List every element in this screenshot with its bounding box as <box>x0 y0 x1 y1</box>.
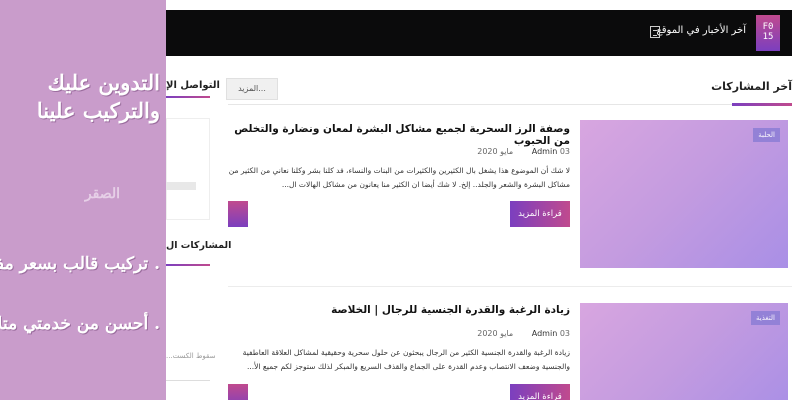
promo-line: . تركيب قالب بسعر مفيش <box>0 254 160 274</box>
promo-line: التدوين عليك <box>47 70 160 95</box>
promo-brand: الصقر <box>84 186 120 202</box>
section-accent <box>732 103 792 106</box>
widget-post-link[interactable]: سقوط الكست... <box>166 352 215 360</box>
post-thumbnail[interactable]: الحلبة <box>580 120 788 268</box>
post-excerpt: لا شك أن الموضوع هذا يشغل بال الكثيرين و… <box>228 166 570 189</box>
post-author[interactable]: Admin <box>532 147 558 156</box>
promo-line: . أحسن من خدمتي متلاقيش <box>0 314 160 334</box>
widget-divider <box>166 380 210 381</box>
post-date: 03 مايو 2020 <box>477 147 570 156</box>
share-button[interactable] <box>228 201 248 227</box>
section-divider <box>228 104 792 105</box>
post-title[interactable]: وصفة الرز السحرية لجميع مشاكل البشرة لمع… <box>228 123 570 147</box>
post-meta: Admin 03 مايو 2020 <box>228 329 570 338</box>
loading-bar <box>166 182 196 190</box>
post-date: 03 مايو 2020 <box>477 329 570 338</box>
social-widget-box <box>166 118 210 220</box>
promo-overlay: التدوين عليك والتركيب علينا الصقر . تركي… <box>0 0 166 400</box>
more-button[interactable]: المزيد... <box>226 78 278 100</box>
section-title: آخر المشاركات <box>711 80 792 93</box>
widget-accent <box>166 264 210 266</box>
post-divider <box>228 286 792 287</box>
category-badge[interactable]: التغذية <box>751 311 780 325</box>
read-more-button[interactable]: قراءة المزيد <box>510 384 570 400</box>
post-thumbnail[interactable]: التغذية <box>580 303 788 400</box>
document-icon <box>650 26 660 38</box>
widget-title-posts: المشاركات ال <box>166 240 232 251</box>
post-author[interactable]: Admin <box>532 329 558 338</box>
post-title[interactable]: زيادة الرغبة والقدرة الجنسية للرجال | ال… <box>228 304 570 316</box>
news-ticker-label: آخر الأخبار في الموقع <box>656 25 746 36</box>
post-meta: Admin 03 مايو 2020 <box>228 147 570 156</box>
post-excerpt: زيادة الرغبة والقدرة الجنسية الكثير من ا… <box>242 348 570 371</box>
share-button[interactable] <box>228 384 248 400</box>
read-more-button[interactable]: قراءة المزيد <box>510 201 570 227</box>
widget-accent <box>166 96 210 98</box>
category-badge[interactable]: الحلبة <box>753 128 780 142</box>
page: F0 15 آخر الأخبار في الموقع آخر المشاركات… <box>0 0 800 400</box>
site-logo[interactable]: F0 15 <box>756 15 780 51</box>
promo-line: والتركيب علينا <box>36 98 160 123</box>
widget-title-social: التواصل الإ <box>166 80 220 91</box>
